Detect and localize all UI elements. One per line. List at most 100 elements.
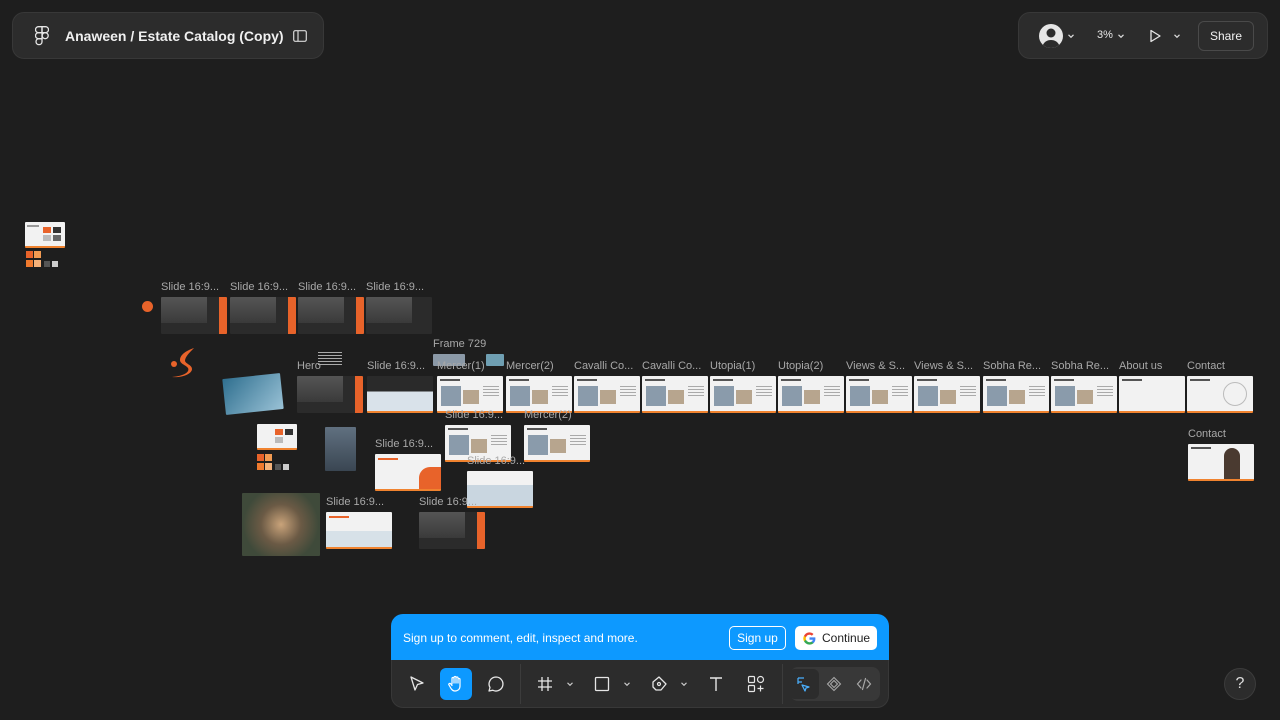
aerial-image[interactable] <box>242 493 320 556</box>
frame-label[interactable]: Slide 16:9... <box>298 281 356 293</box>
brand-logo-icon[interactable] <box>168 346 200 382</box>
components-icon <box>747 675 765 693</box>
frame-label[interactable]: Contact <box>1188 428 1226 440</box>
slide-thumbnail[interactable] <box>914 376 980 413</box>
slide-thumbnail[interactable] <box>710 376 776 413</box>
hero-thumbnail[interactable] <box>297 376 363 413</box>
frame-label[interactable]: Sobha Re... <box>1051 360 1109 372</box>
move-tool-button[interactable] <box>401 668 433 700</box>
image-thumbnail[interactable] <box>486 354 504 366</box>
frame-label[interactable]: Views & S... <box>914 360 973 372</box>
shape-tool-button[interactable] <box>586 668 618 700</box>
color-swatches[interactable] <box>257 454 291 472</box>
slide-thumbnail[interactable] <box>298 297 364 334</box>
frame-label[interactable]: Utopia(2) <box>778 360 823 372</box>
zoom-level[interactable]: 3% <box>1097 29 1113 41</box>
chevron-down-icon[interactable] <box>566 680 574 688</box>
frame-label[interactable]: Frame 729 <box>433 338 486 350</box>
slide-thumbnail[interactable] <box>1119 376 1185 413</box>
slide-thumbnail[interactable] <box>506 376 572 413</box>
cursor-arrow-icon <box>410 676 424 691</box>
slide-thumbnail[interactable] <box>1187 376 1253 413</box>
chevron-down-icon[interactable] <box>1117 32 1125 40</box>
signup-banner: Sign up to comment, edit, inspect and mo… <box>391 614 889 662</box>
building-image[interactable] <box>325 427 356 471</box>
user-icon <box>1042 28 1060 48</box>
resources-tool-button[interactable] <box>740 668 772 700</box>
frame-label[interactable]: Slide 16:9... <box>375 438 433 450</box>
signup-button[interactable]: Sign up <box>729 626 786 650</box>
hero-text-block[interactable] <box>318 352 352 368</box>
prototype-mode-button[interactable] <box>819 669 849 699</box>
code-icon <box>856 677 872 691</box>
slide-thumbnail[interactable] <box>574 376 640 413</box>
slide-thumbnail[interactable] <box>161 297 227 334</box>
comment-tool-button[interactable] <box>480 668 512 700</box>
pen-icon <box>652 676 667 691</box>
frame-tool-button[interactable] <box>529 668 561 700</box>
avatar[interactable] <box>1039 24 1063 48</box>
text-icon <box>710 677 722 691</box>
chevron-down-icon[interactable] <box>1173 32 1181 40</box>
frame-label[interactable]: Sobha Re... <box>983 360 1041 372</box>
frame-label[interactable]: Mercer(2) <box>506 360 554 372</box>
help-button[interactable]: ? <box>1224 668 1256 700</box>
frame-label[interactable]: Mercer(1) <box>437 360 485 372</box>
frame-label[interactable]: Cavalli Co... <box>642 360 701 372</box>
frame-label[interactable]: Slide 16:9... <box>326 496 384 508</box>
present-play-icon[interactable] <box>1147 28 1163 44</box>
chevron-down-icon[interactable] <box>623 680 631 688</box>
frame-label[interactable]: Utopia(1) <box>710 360 755 372</box>
figma-logo-icon[interactable] <box>35 25 49 46</box>
color-swatches[interactable] <box>26 251 60 269</box>
frame-label[interactable]: Slide 16:9... <box>367 360 425 372</box>
style-guide-thumbnail[interactable] <box>257 424 297 450</box>
google-icon <box>803 631 816 645</box>
brochure-mockup-image[interactable] <box>222 373 284 415</box>
frame-label[interactable]: Slide 16:9... <box>161 281 219 293</box>
signup-message: Sign up to comment, edit, inspect and mo… <box>403 631 638 645</box>
frame-label[interactable]: Slide 16:9... <box>467 455 525 467</box>
frame-label[interactable]: About us <box>1119 360 1162 372</box>
chevron-down-icon[interactable] <box>1067 32 1075 40</box>
header-right-panel: 3% Share <box>1018 12 1268 59</box>
share-button[interactable]: Share <box>1198 21 1254 51</box>
frame-label[interactable]: Slide 16:9... <box>366 281 424 293</box>
bottom-toolbar <box>391 660 889 708</box>
slide-thumbnail[interactable] <box>230 297 296 334</box>
text-tool-button[interactable] <box>700 668 732 700</box>
canvas[interactable] <box>0 60 1280 610</box>
slide-thumbnail[interactable] <box>846 376 912 413</box>
slide-thumbnail[interactable] <box>367 376 433 413</box>
design-mode-icon <box>797 677 810 692</box>
slide-thumbnail[interactable] <box>1051 376 1117 413</box>
slide-thumbnail[interactable] <box>375 454 441 491</box>
frame-label[interactable]: Slide 16:9... <box>445 409 503 421</box>
sidebar-toggle-icon[interactable] <box>293 29 307 43</box>
slide-thumbnail[interactable] <box>642 376 708 413</box>
dev-mode-button[interactable] <box>849 669 879 699</box>
slide-thumbnail[interactable] <box>1188 444 1254 481</box>
slide-thumbnail[interactable] <box>419 512 485 549</box>
frame-label[interactable]: Slide 16:9... <box>230 281 288 293</box>
slide-thumbnail[interactable] <box>524 425 590 462</box>
design-mode-button[interactable] <box>789 669 819 699</box>
orange-dot-element[interactable] <box>142 301 153 312</box>
slide-thumbnail[interactable] <box>437 376 503 413</box>
frame-label[interactable]: Mercer(2) <box>524 409 572 421</box>
slide-thumbnail[interactable] <box>366 297 432 334</box>
hand-tool-button[interactable] <box>440 668 472 700</box>
slide-thumbnail[interactable] <box>778 376 844 413</box>
style-guide-thumbnail[interactable] <box>25 222 65 248</box>
slide-thumbnail[interactable] <box>983 376 1049 413</box>
toolbar-divider <box>520 664 521 704</box>
continue-with-google-button[interactable]: Continue <box>795 626 877 650</box>
slide-thumbnail[interactable] <box>326 512 392 549</box>
pen-tool-button[interactable] <box>643 668 675 700</box>
frame-label[interactable]: Views & S... <box>846 360 905 372</box>
frame-label[interactable]: Cavalli Co... <box>574 360 633 372</box>
frame-label[interactable]: Slide 16:9... <box>419 496 477 508</box>
frame-label[interactable]: Contact <box>1187 360 1225 372</box>
file-title[interactable]: Anaween / Estate Catalog (Copy) <box>65 28 284 44</box>
chevron-down-icon[interactable] <box>680 680 688 688</box>
